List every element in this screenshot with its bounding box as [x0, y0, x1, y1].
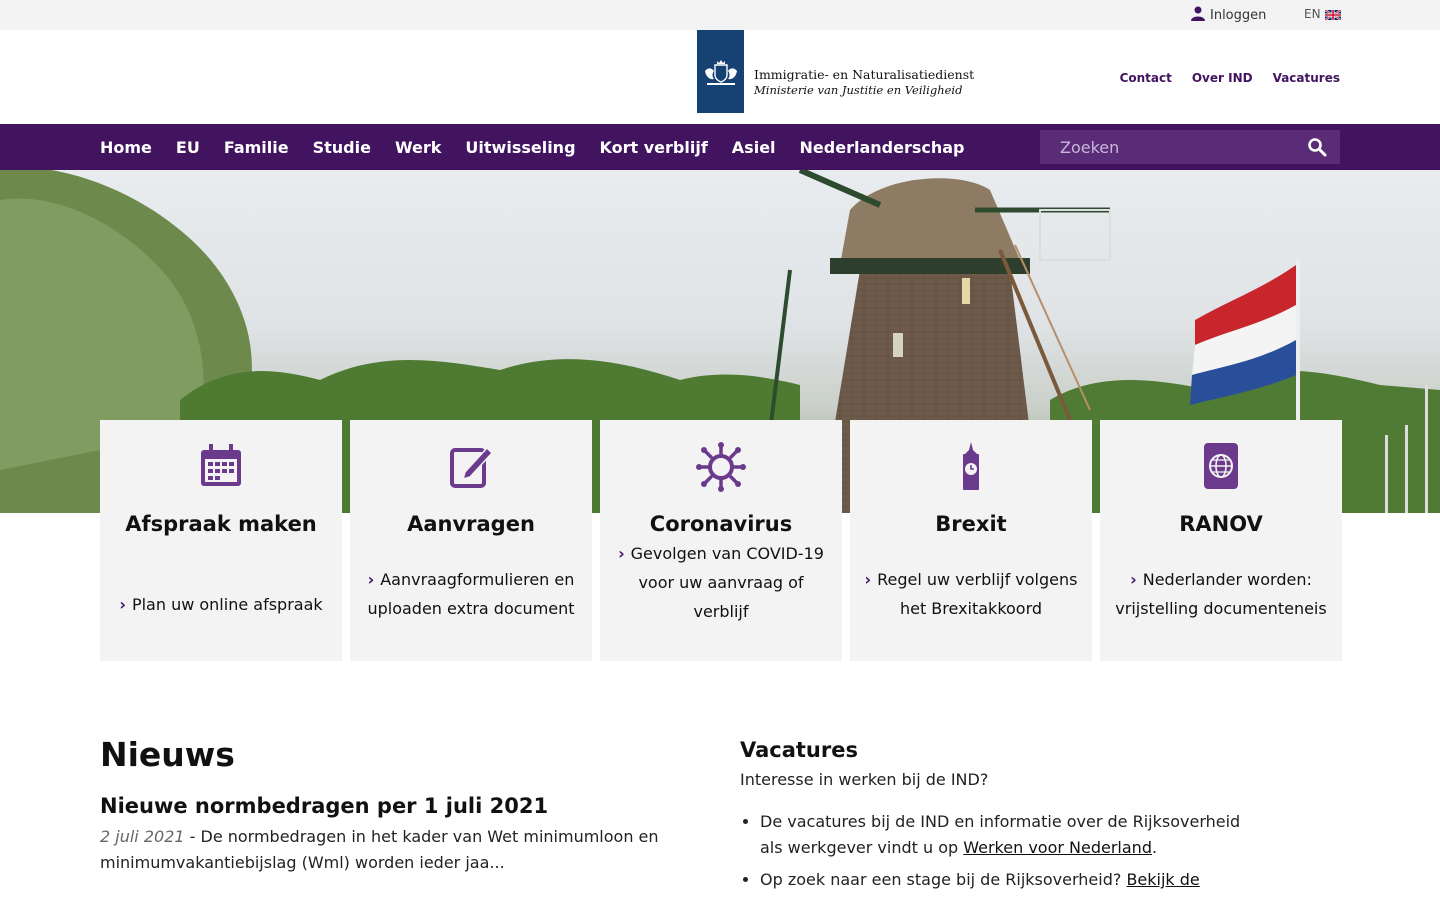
bekijk-de-link[interactable]: Bekijk de — [1126, 870, 1199, 889]
header-link-vacatures[interactable]: Vacatures — [1273, 71, 1340, 85]
org-name: Immigratie- en Naturalisatiedienst — [754, 67, 975, 82]
chevron-right-icon: › — [618, 544, 625, 563]
tile-coronavirus[interactable]: Coronavirus › Gevolgen van COVID-19 voor … — [600, 420, 842, 661]
edit-icon — [350, 442, 592, 488]
tile-link-label: Aanvraagformulieren en uploaden extra do… — [367, 570, 575, 618]
nav-item-uitwisseling[interactable]: Uitwisseling — [465, 138, 575, 157]
chevron-right-icon: › — [864, 570, 872, 589]
organization-name: Immigratie- en Naturalisatiedienst Minis… — [754, 67, 974, 98]
news-item-text: - De normbedragen in het kader van Wet m… — [100, 827, 659, 872]
nav-item-nederlanderschap[interactable]: Nederlanderschap — [800, 138, 965, 157]
main-navigation: Home EU Familie Studie Werk Uitwisseling… — [0, 124, 1440, 170]
vacatures-list: De vacatures bij de IND en informatie ov… — [740, 809, 1260, 893]
tile-title: Afspraak maken — [125, 512, 317, 536]
passport-icon — [1100, 442, 1342, 490]
search-icon — [1308, 138, 1327, 157]
news-heading: Nieuws — [100, 735, 235, 774]
tile-link-label: Regel uw verblijf volgens het Brexitakko… — [877, 570, 1078, 618]
search-box — [1040, 130, 1340, 164]
news-item-summary: 2 juli 2021 - De normbedragen in het kad… — [100, 824, 660, 876]
list-item: Op zoek naar een stage bij de Rijksoverh… — [760, 867, 1260, 893]
coat-of-arms-icon — [704, 59, 737, 85]
tile-link-label: Nederlander worden: vrijstelling documen… — [1115, 570, 1327, 618]
chevron-right-icon: › — [367, 570, 375, 589]
login-link[interactable]: Inloggen — [1191, 6, 1266, 25]
header-link-contact[interactable]: Contact — [1120, 71, 1172, 85]
tile-aanvragen[interactable]: Aanvragen › Aanvraagformulieren en upload… — [350, 420, 592, 661]
user-icon — [1191, 6, 1205, 25]
tile-title: Aanvragen — [407, 512, 535, 536]
tile-link[interactable]: › Gevolgen van COVID-19 voor uw aanvraag … — [614, 539, 828, 626]
tile-afspraak-maken[interactable]: Afspraak maken › Plan uw online afspraak — [100, 420, 342, 661]
nav-item-eu[interactable]: EU — [176, 138, 200, 157]
uk-flag-icon — [1324, 9, 1342, 21]
news-section: Nieuws Nieuwe normbedragen per 1 juli 20… — [100, 735, 660, 876]
chevron-right-icon: › — [119, 595, 126, 614]
list-item-text: Op zoek naar een stage bij de Rijksoverh… — [760, 870, 1127, 889]
list-item: De vacatures bij de IND en informatie ov… — [760, 809, 1260, 861]
tile-title: RANOV — [1179, 512, 1263, 536]
login-label: Inloggen — [1210, 8, 1267, 23]
tile-link-label: Plan uw online afspraak — [131, 595, 323, 614]
header-link-over-ind[interactable]: Over IND — [1192, 71, 1253, 85]
virus-icon — [600, 442, 842, 492]
tile-brexit[interactable]: Brexit › Regel uw verblijf volgens het Br… — [850, 420, 1092, 661]
big-ben-icon — [850, 442, 1092, 492]
chevron-right-icon: › — [1130, 570, 1137, 589]
news-item-date: 2 juli 2021 — [100, 827, 185, 846]
vacatures-heading: Vacatures — [740, 738, 858, 762]
werken-voor-nederland-link[interactable]: Werken voor Nederland — [963, 838, 1152, 857]
nav-item-kort-verblijf[interactable]: Kort verblijf — [600, 138, 708, 157]
tile-ranov[interactable]: RANOV › Nederlander worden: vrijstelling … — [1100, 420, 1342, 661]
news-item-title[interactable]: Nieuwe normbedragen per 1 juli 2021 — [100, 794, 660, 818]
search-input[interactable] — [1040, 137, 1300, 157]
ministry-name: Ministerie van Justitie en Veiligheid — [754, 83, 963, 97]
language-switch[interactable]: EN — [1304, 7, 1342, 21]
tile-title: Brexit — [935, 512, 1007, 536]
nav-item-studie[interactable]: Studie — [313, 138, 371, 157]
utility-bar: Inloggen EN — [0, 0, 1440, 30]
tile-link[interactable]: › Plan uw online afspraak — [114, 590, 328, 619]
site-header: Immigratie- en Naturalisatiedienst Minis… — [0, 30, 1440, 124]
calendar-icon — [100, 442, 342, 488]
header-links: Contact Over IND Vacatures — [1120, 71, 1340, 85]
tile-title: Coronavirus — [649, 512, 793, 536]
quick-links-tiles: Afspraak maken › Plan uw online afspraak … — [100, 420, 1342, 661]
nav-item-asiel[interactable]: Asiel — [732, 138, 776, 157]
tile-link[interactable]: › Aanvraagformulieren en uploaden extra d… — [364, 565, 578, 623]
tile-link[interactable]: › Regel uw verblijf volgens het Brexitakk… — [864, 565, 1078, 623]
vacatures-intro: Interesse in werken bij de IND? — [740, 770, 989, 789]
vacatures-section: Vacatures Interesse in werken bij de IND… — [740, 738, 1260, 899]
list-item-end: . — [1151, 838, 1158, 857]
tile-link[interactable]: › Nederlander worden: vrijstelling docume… — [1114, 565, 1328, 623]
tile-link-label: Gevolgen van COVID-19 voor uw aanvraag o… — [630, 544, 824, 621]
rijksoverheid-logo[interactable] — [697, 30, 744, 113]
search-button[interactable] — [1300, 130, 1334, 164]
nav-item-familie[interactable]: Familie — [224, 138, 289, 157]
nav-item-werk[interactable]: Werk — [395, 138, 441, 157]
language-label: EN — [1304, 7, 1321, 21]
nav-item-home[interactable]: Home — [100, 138, 152, 157]
